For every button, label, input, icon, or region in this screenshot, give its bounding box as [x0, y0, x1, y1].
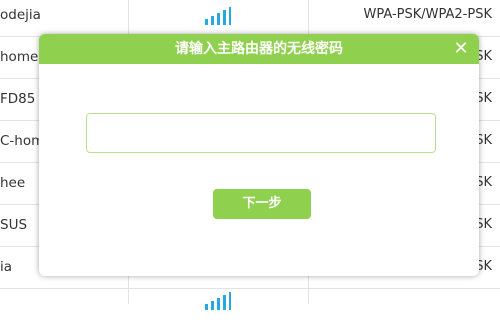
password-input[interactable]: [86, 113, 436, 153]
close-icon[interactable]: ✕: [451, 39, 471, 59]
password-dialog: 请输入主路由器的无线密码 ✕ 下一步: [39, 34, 479, 276]
dialog-header: 请输入主路由器的无线密码 ✕: [39, 34, 479, 64]
next-button[interactable]: 下一步: [213, 189, 311, 219]
dialog-title: 请输入主路由器的无线密码: [175, 41, 343, 57]
